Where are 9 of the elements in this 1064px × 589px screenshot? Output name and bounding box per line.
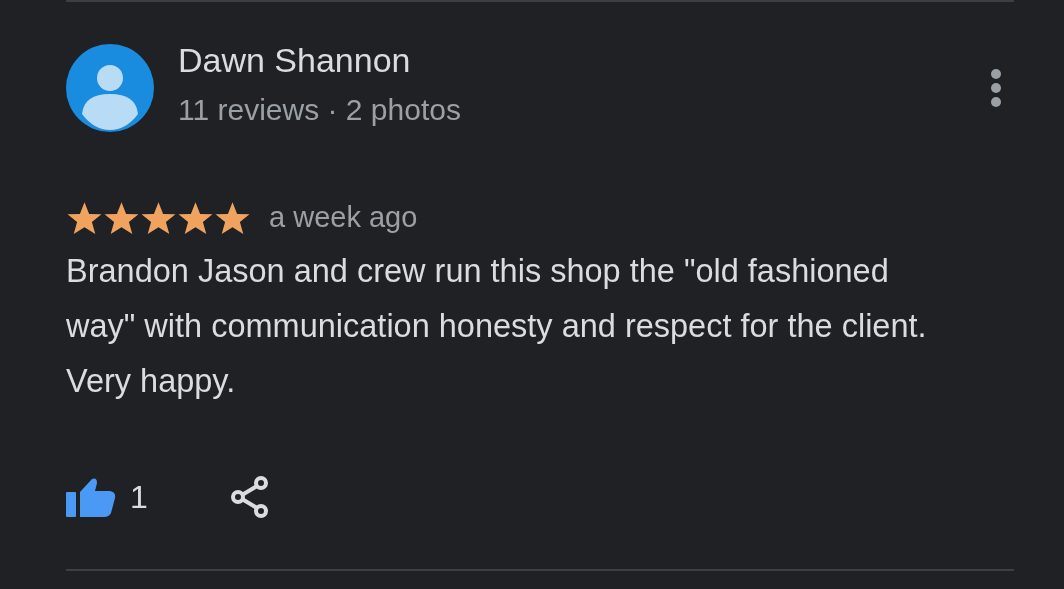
author-stats: 11 reviews · 2 photos [178, 93, 462, 127]
more-options-icon[interactable] [990, 68, 1002, 108]
review-time: a week ago [269, 200, 418, 236]
avatar-icon [66, 44, 154, 132]
author-name[interactable]: Dawn Shannon [178, 42, 990, 80]
thumbs-up-icon[interactable] [66, 477, 116, 517]
share-icon[interactable] [229, 475, 270, 519]
review-text: Brandon Jason and crew run this shop the "old fashioned way" with communication honesty and respect for the client. Very happy. [66, 252, 928, 401]
like-count: 1 [130, 478, 148, 517]
